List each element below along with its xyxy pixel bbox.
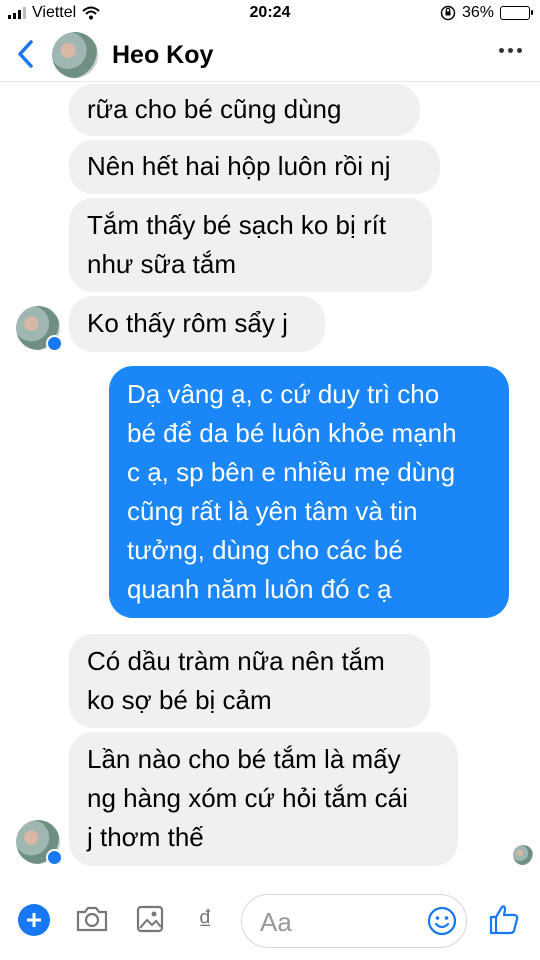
message-composer: ₫ Aa [0, 880, 540, 960]
smile-icon[interactable] [426, 905, 458, 937]
plus-icon[interactable] [18, 904, 50, 936]
message-bubble[interactable]: Nên hết hai hộp luôn rồi nj [69, 140, 440, 194]
message-input-placeholder: Aa [260, 907, 292, 937]
message-text: Ko thấy rôm sẩy j [87, 308, 288, 338]
battery-icon [500, 6, 533, 20]
message-bubble[interactable]: Có dầu tràm nữa nên tắm ko sợ bé bị cảm [69, 634, 430, 728]
message-bubble[interactable]: Lần nào cho bé tắm là mấy ng hàng xóm cứ… [69, 732, 458, 866]
chat-header: Heo Koy [0, 30, 540, 82]
camera-icon[interactable] [74, 902, 110, 936]
message-text: Dạ vâng ạ, c cứ duy trì cho bé để da bé … [127, 379, 457, 604]
contact-avatar-small [16, 306, 63, 352]
battery-percent: 36% [461, 4, 494, 21]
more-horizontal-icon[interactable] [499, 48, 522, 53]
status-bar: Viettel 20:24 36% [0, 0, 540, 30]
message-text: Có dầu tràm nữa nên tắm ko sợ bé bị cảm [87, 646, 385, 715]
message-text: Lần nào cho bé tắm là mấy ng hàng xóm cứ… [87, 744, 408, 852]
message-text: Tắm thấy bé sạch ko bị rít như sữa tắm [87, 210, 387, 279]
message-bubble[interactable]: Ko thấy rôm sẩy j [69, 296, 325, 352]
contact-name[interactable]: Heo Koy [112, 41, 213, 70]
message-input[interactable]: Aa [241, 894, 467, 948]
image-icon[interactable] [132, 902, 168, 936]
messenger-badge-icon [46, 335, 63, 352]
thumbs-up-icon[interactable] [488, 902, 520, 936]
message-text: Nên hết hai hộp luôn rồi nj [87, 151, 391, 181]
message-bubble-outgoing[interactable]: Dạ vâng ạ, c cứ duy trì cho bé để da bé … [109, 366, 509, 618]
orientation-lock-icon [440, 5, 456, 21]
currency-icon[interactable]: ₫ [198, 904, 212, 936]
contact-avatar[interactable] [52, 32, 98, 78]
message-text: rữa cho bé cũng dùng [87, 94, 342, 124]
messenger-badge-icon [46, 849, 63, 866]
chevron-left-icon[interactable] [12, 38, 40, 70]
seen-indicator-avatar [513, 845, 533, 865]
contact-avatar-small [16, 820, 63, 866]
message-bubble[interactable]: Tắm thấy bé sạch ko bị rít như sữa tắm [69, 198, 432, 292]
message-bubble[interactable]: rữa cho bé cũng dùng [69, 84, 420, 136]
